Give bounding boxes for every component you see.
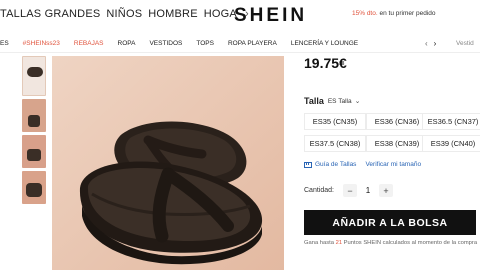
sandals-illustration	[52, 56, 284, 270]
size-guide-row: Guía de Tallas Verificar mi tamaño	[304, 161, 421, 168]
size-option[interactable]: ES36 (CN36)	[366, 113, 428, 130]
size-guide-link[interactable]: Guía de Tallas	[315, 161, 356, 168]
chevron-down-icon: ⌄	[354, 98, 361, 105]
increase-button[interactable]: +	[378, 184, 393, 197]
category-item[interactable]: ES	[0, 40, 9, 47]
size-system-value: ES Talla	[327, 97, 352, 105]
product-main-image[interactable]	[52, 56, 284, 270]
thumbnail-sandal	[27, 149, 41, 161]
promo-banner[interactable]: 15% dto. en tu primer pedido	[352, 10, 435, 17]
search-input[interactable]: Vestid	[456, 40, 474, 47]
chevron-right-icon[interactable]: ›	[434, 39, 437, 48]
product-thumbnail[interactable]	[22, 99, 46, 132]
main-nav: TALLAS GRANDES NIÑOS HOMBRE HOGA ›	[0, 8, 249, 20]
check-size-link[interactable]: Verificar mi tamaño	[365, 161, 421, 168]
category-item[interactable]: #SHEINss23	[23, 40, 60, 47]
points-suffix: Puntos SHEIN calculados al momento de la…	[342, 240, 478, 246]
size-option[interactable]: ES35 (CN35)	[304, 113, 366, 130]
thumbnail-strip	[22, 56, 46, 207]
add-to-bag-button[interactable]: AÑADIR A LA BOLSA	[304, 210, 476, 235]
product-thumbnail[interactable]	[22, 56, 46, 96]
category-item[interactable]: ROPA	[118, 40, 136, 47]
chevron-left-icon[interactable]: ‹	[425, 39, 428, 48]
category-item[interactable]: REBAJAS	[74, 40, 104, 47]
size-option[interactable]: ES38 (CN39)	[366, 135, 428, 152]
size-option[interactable]: ES36.5 (CN37)	[422, 113, 480, 130]
nav-item-hombre[interactable]: HOMBRE	[148, 8, 197, 20]
category-pager: ‹ ›	[425, 39, 436, 48]
product-price: 19.75€	[304, 55, 347, 71]
thumbnail-sandal	[26, 183, 42, 197]
ruler-icon	[304, 161, 312, 168]
category-item[interactable]: VESTIDOS	[149, 40, 182, 47]
size-label: Talla	[304, 96, 324, 106]
product-thumbnail[interactable]	[22, 135, 46, 168]
size-system-select[interactable]: ES Talla ⌄	[327, 97, 361, 106]
size-header: Talla ES Talla ⌄	[304, 96, 360, 106]
promo-text: en tu primer pedido	[377, 10, 436, 17]
points-prefix: Gana hasta	[304, 240, 336, 246]
category-item[interactable]: TOPS	[196, 40, 214, 47]
category-item[interactable]: ROPA PLAYERA	[228, 40, 277, 47]
size-option[interactable]: ES39 (CN40)	[422, 135, 480, 152]
quantity-stepper: Cantidad: − 1 +	[304, 184, 393, 197]
shein-logo[interactable]: SHEIN	[234, 5, 307, 27]
nav-item-tallas-grandes[interactable]: TALLAS GRANDES	[0, 8, 100, 20]
category-list: ES #SHEINss23 REBAJAS ROPA VESTIDOS TOPS…	[0, 40, 372, 47]
category-bar: ES #SHEINss23 REBAJAS ROPA VESTIDOS TOPS…	[0, 35, 480, 53]
points-info: Gana hasta 21 Puntos SHEIN calculados al…	[304, 240, 477, 246]
category-item[interactable]: LENCERÍA Y LOUNGE	[291, 40, 358, 47]
thumbnail-sandal	[27, 67, 43, 77]
size-option[interactable]: ES37.5 (CN38)	[304, 135, 366, 152]
product-thumbnail[interactable]	[22, 171, 46, 204]
quantity-label: Cantidad:	[304, 187, 334, 194]
promo-discount: 15% dto.	[352, 10, 378, 17]
nav-item-ninos[interactable]: NIÑOS	[106, 8, 142, 20]
top-header: TALLAS GRANDES NIÑOS HOMBRE HOGA › SHEIN…	[0, 0, 480, 32]
nav-item-hogar[interactable]: HOGA	[204, 8, 237, 20]
thumbnail-sandal	[28, 115, 40, 127]
quantity-value[interactable]: 1	[357, 186, 379, 195]
decrease-button[interactable]: −	[342, 184, 357, 197]
